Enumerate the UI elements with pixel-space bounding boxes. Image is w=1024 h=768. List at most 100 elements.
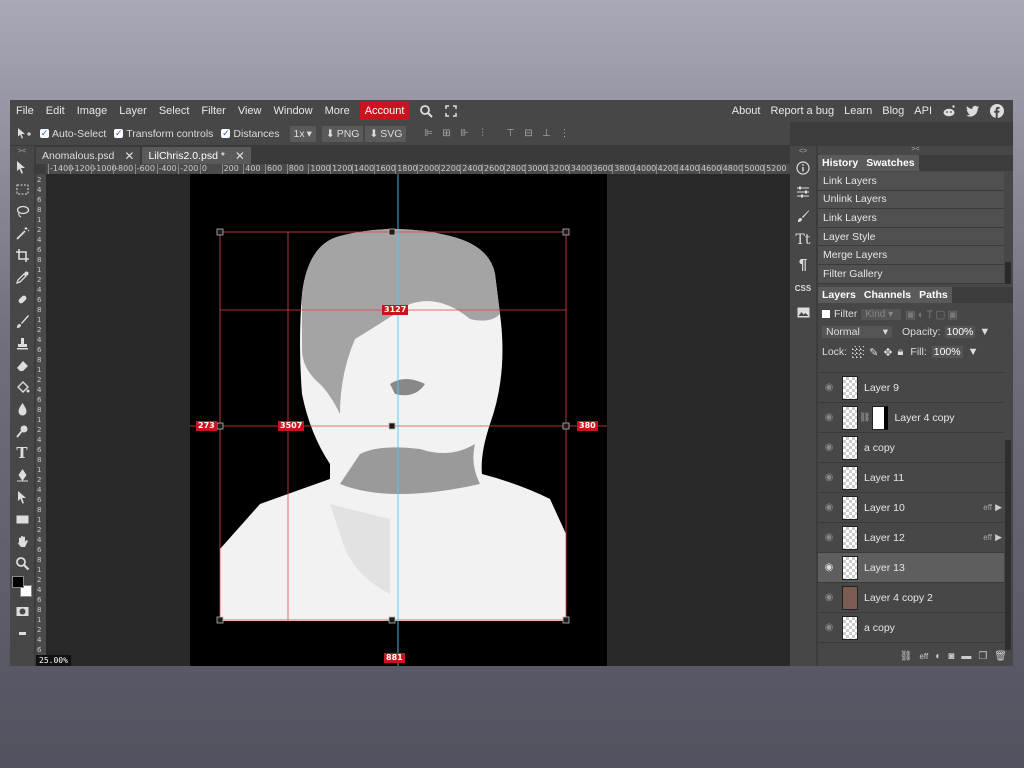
lock-move-icon[interactable]: ✥	[883, 346, 892, 359]
layer-row[interactable]: ◉ Layer 11	[818, 463, 1004, 493]
blur-tool-icon[interactable]	[10, 398, 34, 420]
distribute-horizontal-icon[interactable]: ⫶	[476, 128, 488, 140]
history-item[interactable]: Layer Style	[818, 227, 1004, 247]
align-center-icon[interactable]: ⊞	[440, 128, 452, 140]
fill-input[interactable]: 100%	[931, 346, 963, 358]
collapse-toggle-icon[interactable]: ><	[10, 146, 34, 156]
lock-transparency-icon[interactable]	[852, 346, 865, 358]
menu-file[interactable]: File	[10, 105, 40, 117]
document-canvas[interactable]: 3127 273 3507 380 881	[190, 174, 607, 666]
fullscreen-icon[interactable]	[439, 105, 463, 117]
layer-row[interactable]: ◉ Layer 4 copy 2	[818, 583, 1004, 613]
collapse-toggle-icon[interactable]: <>	[790, 146, 816, 156]
eyedropper-icon[interactable]	[10, 266, 34, 288]
tab-lilchris[interactable]: LilChris2.0.psd * ✕	[142, 147, 251, 164]
expand-arrow-icon[interactable]: ▶	[995, 502, 1002, 513]
zoom-level[interactable]: 25.00%	[36, 655, 71, 666]
export-png-button[interactable]: ⬇ PNG	[321, 125, 364, 142]
menu-api[interactable]: API	[909, 105, 937, 117]
menu-blog[interactable]: Blog	[877, 105, 909, 117]
effects-badge[interactable]: eff	[983, 503, 992, 512]
export-svg-button[interactable]: ⬇ SVG	[365, 125, 407, 142]
layers-scrollbar[interactable]	[1005, 440, 1011, 650]
crop-tool-icon[interactable]	[10, 244, 34, 266]
horizontal-ruler[interactable]: -1400 -1200 -1000 -800 -600 -400 -200 0 200 400 60…	[46, 164, 790, 174]
menu-window[interactable]: Window	[268, 105, 319, 117]
layer-row-selected[interactable]: ◉ Layer 13	[818, 553, 1004, 583]
collapse-toggle-icon[interactable]: ><	[818, 146, 1013, 154]
paragraph-icon[interactable]: ¶	[790, 252, 816, 276]
close-icon[interactable]: ✕	[235, 149, 245, 163]
expand-arrow-icon[interactable]: ▶	[995, 532, 1002, 543]
menu-about[interactable]: About	[727, 105, 766, 117]
filter-checkbox[interactable]	[822, 310, 830, 318]
menu-layer[interactable]: Layer	[113, 105, 153, 117]
character-icon[interactable]: Tt	[790, 228, 816, 252]
layer-row[interactable]: ◉ Layer 9	[818, 373, 1004, 403]
export-scale-select[interactable]: 1x ▾	[289, 125, 316, 142]
menu-learn[interactable]: Learn	[839, 105, 877, 117]
zoom-tool-icon[interactable]	[10, 552, 34, 574]
link-layers-icon[interactable]: ⛓	[900, 651, 913, 662]
add-mask-icon[interactable]: ◙	[948, 651, 954, 662]
path-select-icon[interactable]	[10, 486, 34, 508]
opacity-input[interactable]: 100%	[944, 326, 976, 338]
move-tool-icon[interactable]	[10, 156, 34, 178]
hand-tool-icon[interactable]	[10, 530, 34, 552]
adjustment-layer-icon[interactable]: ◐	[935, 651, 941, 662]
search-icon[interactable]	[413, 104, 439, 118]
rectangle-tool-icon[interactable]	[10, 508, 34, 530]
layer-row[interactable]: ◉ Layer 10 eff ▶	[818, 493, 1004, 523]
menu-filter[interactable]: Filter	[195, 105, 231, 117]
history-item[interactable]: Merge Layers	[818, 246, 1004, 265]
history-item[interactable]: Link Layers	[818, 172, 1004, 191]
adjustments-icon[interactable]	[790, 180, 816, 204]
pen-tool-icon[interactable]	[10, 464, 34, 486]
eye-icon[interactable]: ◉	[818, 502, 840, 513]
image-icon[interactable]	[790, 300, 816, 324]
blend-mode-select[interactable]: Normal ▾	[822, 326, 892, 338]
fill-dropdown-icon[interactable]: ▼	[968, 346, 979, 358]
distances-checkbox[interactable]: ✓ Distances	[221, 128, 280, 140]
marquee-tool-icon[interactable]	[10, 178, 34, 200]
foreground-color-swatch[interactable]	[12, 576, 24, 588]
eye-icon[interactable]: ◉	[818, 472, 840, 483]
distribute-vertical-icon[interactable]: ⋮	[558, 128, 570, 140]
new-group-icon[interactable]: ▬	[961, 651, 971, 662]
dodge-tool-icon[interactable]	[10, 420, 34, 442]
clone-stamp-icon[interactable]	[10, 332, 34, 354]
brush-tool-icon[interactable]	[10, 310, 34, 332]
new-layer-icon[interactable]: ❐	[978, 651, 987, 662]
effects-icon[interactable]: eff	[919, 652, 928, 661]
eye-icon[interactable]: ◉	[818, 592, 840, 603]
history-scrollbar[interactable]	[1005, 262, 1011, 284]
layer-row[interactable]: ◉ a copy	[818, 613, 1004, 643]
transform-controls-checkbox[interactable]: ✓ Transform controls	[114, 128, 213, 140]
healing-brush-icon[interactable]	[10, 288, 34, 310]
menu-report-bug[interactable]: Report a bug	[765, 105, 839, 117]
menu-more[interactable]: More	[319, 105, 356, 117]
menu-select[interactable]: Select	[153, 105, 196, 117]
align-right-icon[interactable]: ⊪	[458, 128, 470, 140]
opacity-dropdown-icon[interactable]: ▼	[979, 326, 990, 338]
history-item[interactable]: Unlink Layers	[818, 190, 1004, 210]
tab-channels[interactable]: Channels	[859, 287, 916, 303]
lock-paint-icon[interactable]: ✎	[869, 346, 878, 359]
type-tool-icon[interactable]: T	[10, 442, 34, 464]
eraser-tool-icon[interactable]	[10, 354, 34, 376]
eye-icon[interactable]: ◉	[818, 382, 840, 393]
vertical-ruler[interactable]: 2 4 6 8 1 2 4 6 8 1 2 4 6 8 1 2 4 6 8 1 2 4 6 8 1 2 4 6 8 1 2 4 6 8 1 2 4 6 8 1…	[36, 174, 46, 666]
twitter-icon[interactable]	[961, 105, 985, 117]
menu-view[interactable]: View	[232, 105, 268, 117]
align-left-icon[interactable]: ⊫	[422, 128, 434, 140]
menu-image[interactable]: Image	[71, 105, 114, 117]
lock-all-icon[interactable]: 🔒︎	[898, 346, 904, 359]
eye-icon[interactable]: ◉	[818, 412, 840, 423]
brush-settings-icon[interactable]	[790, 204, 816, 228]
canvas-area[interactable]: 3127 273 3507 380 881	[46, 174, 790, 666]
facebook-icon[interactable]	[985, 104, 1009, 118]
auto-select-checkbox[interactable]: ✓ Auto-Select	[40, 128, 106, 140]
delete-layer-icon[interactable]: 🗑︎	[994, 651, 1007, 662]
close-icon[interactable]: ✕	[124, 149, 134, 163]
account-button[interactable]: Account	[359, 102, 410, 120]
